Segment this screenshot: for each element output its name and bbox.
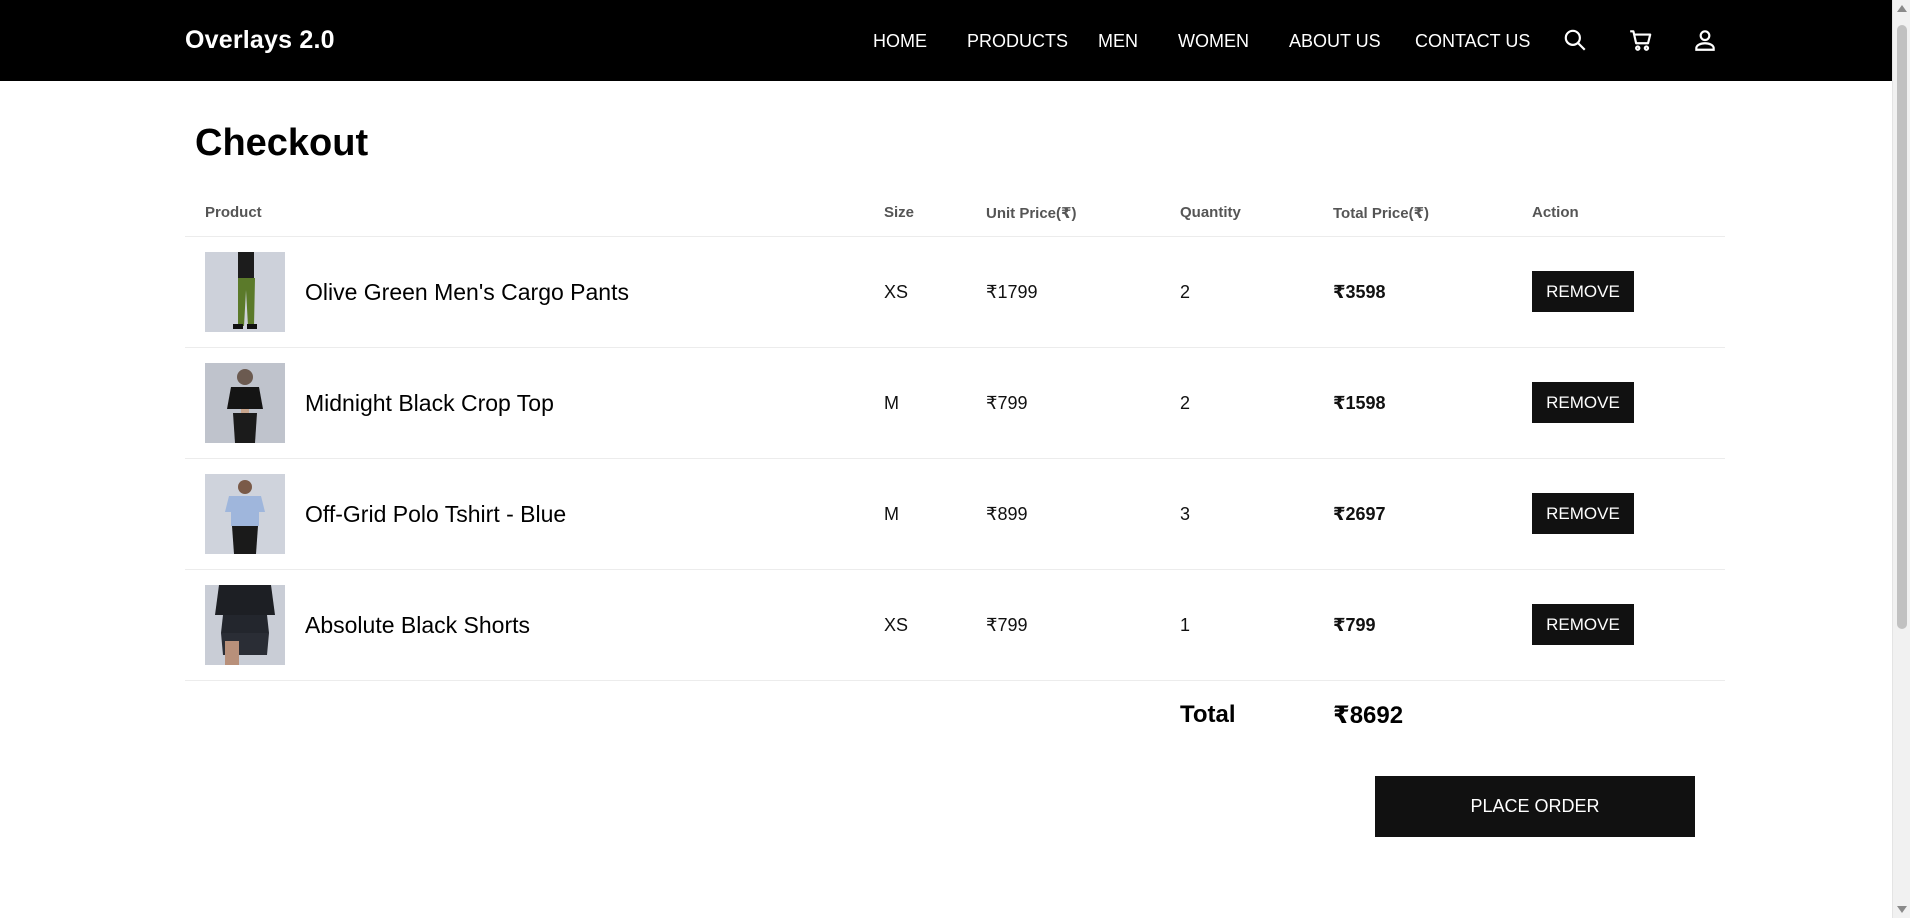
product-total-price: ₹1598 xyxy=(1333,393,1386,413)
header-size: Size xyxy=(884,204,915,221)
product-total-price: ₹3598 xyxy=(1333,282,1386,302)
page-title: Checkout xyxy=(195,122,369,164)
product-unit-price: ₹1799 xyxy=(986,282,1038,302)
remove-button[interactable]: REMOVE xyxy=(1532,271,1634,312)
brand-logo[interactable]: Overlays 2.0 xyxy=(185,26,335,55)
place-order-button[interactable]: PLACE ORDER xyxy=(1375,776,1695,837)
table-row: Olive Green Men's Cargo Pants XS ₹1799 2… xyxy=(185,236,1725,347)
header-action: Action xyxy=(1532,204,1579,221)
nav-home[interactable]: HOME xyxy=(873,31,927,52)
scroll-up-arrow-icon[interactable] xyxy=(1897,5,1907,12)
nav-about-us[interactable]: ABOUT US xyxy=(1289,31,1381,52)
product-name[interactable]: Off-Grid Polo Tshirt - Blue xyxy=(305,501,566,528)
header-product: Product xyxy=(205,204,262,221)
search-icon[interactable] xyxy=(1562,27,1588,53)
product-total-price: ₹2697 xyxy=(1333,504,1386,524)
remove-button[interactable]: REMOVE xyxy=(1532,604,1634,645)
table-row: Midnight Black Crop Top M ₹799 2 ₹1598 R… xyxy=(185,347,1725,458)
cart-icon[interactable] xyxy=(1628,27,1654,53)
nav-contact-us[interactable]: CONTACT US xyxy=(1415,31,1530,52)
product-quantity: 2 xyxy=(1180,393,1191,413)
header-quantity: Quantity xyxy=(1180,204,1241,221)
product-image[interactable] xyxy=(205,252,285,332)
header-total-price: Total Price(₹) xyxy=(1333,205,1430,222)
product-quantity: 1 xyxy=(1180,615,1191,635)
product-name[interactable]: Absolute Black Shorts xyxy=(305,612,530,639)
total-value: ₹8692 xyxy=(1333,702,1404,729)
table-row: Absolute Black Shorts XS ₹799 1 ₹799 REM… xyxy=(185,569,1725,680)
product-size: XS xyxy=(884,615,909,635)
header-unit-price: Unit Price(₹) xyxy=(986,205,1077,222)
table-row: Off-Grid Polo Tshirt - Blue M ₹899 3 ₹26… xyxy=(185,458,1725,569)
nav-men[interactable]: MEN xyxy=(1098,31,1138,52)
nav-women[interactable]: WOMEN xyxy=(1178,31,1249,52)
product-size: M xyxy=(884,504,899,524)
nav-products[interactable]: PRODUCTS xyxy=(967,31,1068,52)
product-name[interactable]: Olive Green Men's Cargo Pants xyxy=(305,279,629,306)
product-size: M xyxy=(884,393,899,413)
product-unit-price: ₹799 xyxy=(986,393,1028,413)
product-total-price: ₹799 xyxy=(1333,615,1376,635)
scroll-thumb[interactable] xyxy=(1897,25,1907,629)
remove-button[interactable]: REMOVE xyxy=(1532,382,1634,423)
remove-button[interactable]: REMOVE xyxy=(1532,493,1634,534)
product-quantity: 3 xyxy=(1180,504,1191,524)
top-navbar: Overlays 2.0 HOME PRODUCTS MEN WOMEN ABO… xyxy=(0,0,1892,81)
table-bottom-divider xyxy=(185,680,1725,681)
product-size: XS xyxy=(884,282,909,302)
product-name[interactable]: Midnight Black Crop Top xyxy=(305,390,554,417)
product-unit-price: ₹899 xyxy=(986,504,1028,524)
user-icon[interactable] xyxy=(1692,27,1718,53)
page-scrollbar[interactable] xyxy=(1892,0,1910,918)
total-label: Total xyxy=(1180,701,1236,728)
product-image[interactable] xyxy=(205,585,285,665)
product-quantity: 2 xyxy=(1180,282,1191,302)
product-image[interactable] xyxy=(205,474,285,554)
scroll-down-arrow-icon[interactable] xyxy=(1897,906,1907,913)
product-image[interactable] xyxy=(205,363,285,443)
product-unit-price: ₹799 xyxy=(986,615,1028,635)
